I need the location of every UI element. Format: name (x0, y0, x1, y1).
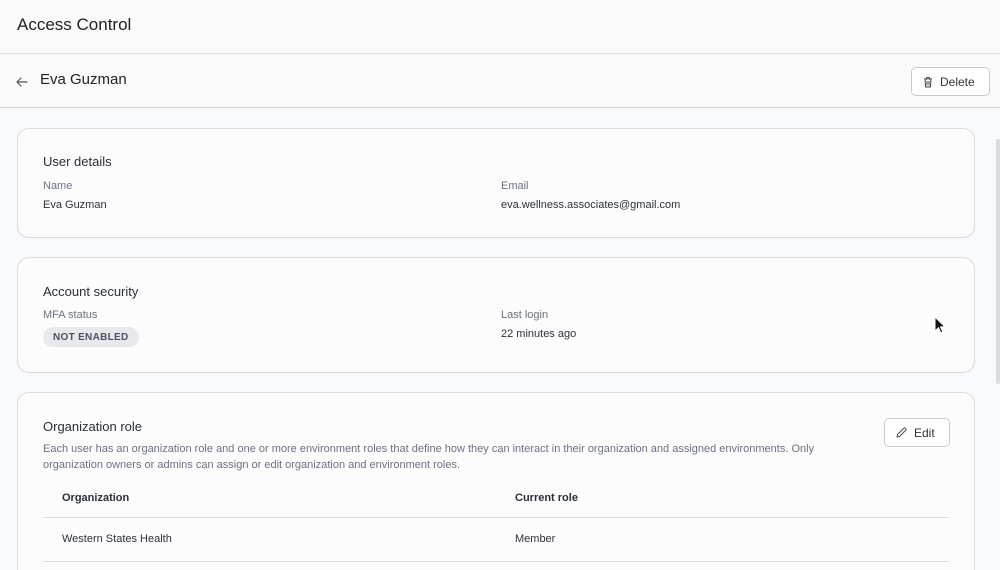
back-button[interactable] (12, 72, 32, 92)
name-label: Name (43, 180, 73, 192)
delete-button[interactable]: Delete (911, 67, 990, 96)
delete-button-label: Delete (940, 74, 975, 89)
trash-icon (924, 76, 932, 87)
user-details-title: User details (43, 154, 112, 169)
edit-button-label: Edit (914, 425, 935, 440)
app-title: Access Control (17, 15, 132, 34)
last-login-label: Last login (501, 309, 549, 321)
organization-role-title: Organization role (43, 419, 142, 434)
user-details-card: User details Name Eva Guzman Email eva.w… (17, 128, 975, 238)
table-cell-role: Member (515, 533, 556, 545)
main-content: User details Name Eva Guzman Email eva.w… (0, 109, 1000, 570)
mfa-status-badge: NOT ENABLED (43, 327, 139, 347)
mfa-status-label: MFA status (43, 309, 98, 321)
organization-role-card: Organization role Each user has an organ… (17, 392, 975, 570)
table-divider (43, 561, 949, 562)
scrollbar-thumb[interactable] (996, 139, 1000, 384)
page-header: Eva Guzman Delete (0, 55, 1000, 108)
account-security-card: Account security MFA status NOT ENABLED … (17, 257, 975, 373)
edit-role-button[interactable]: Edit (884, 418, 950, 447)
pencil-icon (896, 427, 907, 438)
last-login-value: 22 minutes ago (501, 328, 577, 340)
scrollbar[interactable] (994, 109, 1000, 570)
page-title: Eva Guzman (40, 71, 127, 88)
email-value: eva.wellness.associates@gmail.com (501, 199, 681, 211)
top-bar: Access Control (0, 0, 1000, 54)
table-divider (43, 517, 949, 518)
mouse-cursor-icon (934, 316, 947, 334)
organization-role-description: Each user has an organization role and o… (43, 443, 815, 471)
account-security-title: Account security (43, 284, 139, 299)
name-value: Eva Guzman (43, 199, 107, 211)
email-label: Email (501, 180, 529, 192)
arrow-left-icon (16, 77, 28, 87)
column-header-organization: Organization (62, 492, 130, 504)
table-cell-organization: Western States Health (62, 533, 172, 545)
column-header-current-role: Current role (515, 492, 578, 504)
